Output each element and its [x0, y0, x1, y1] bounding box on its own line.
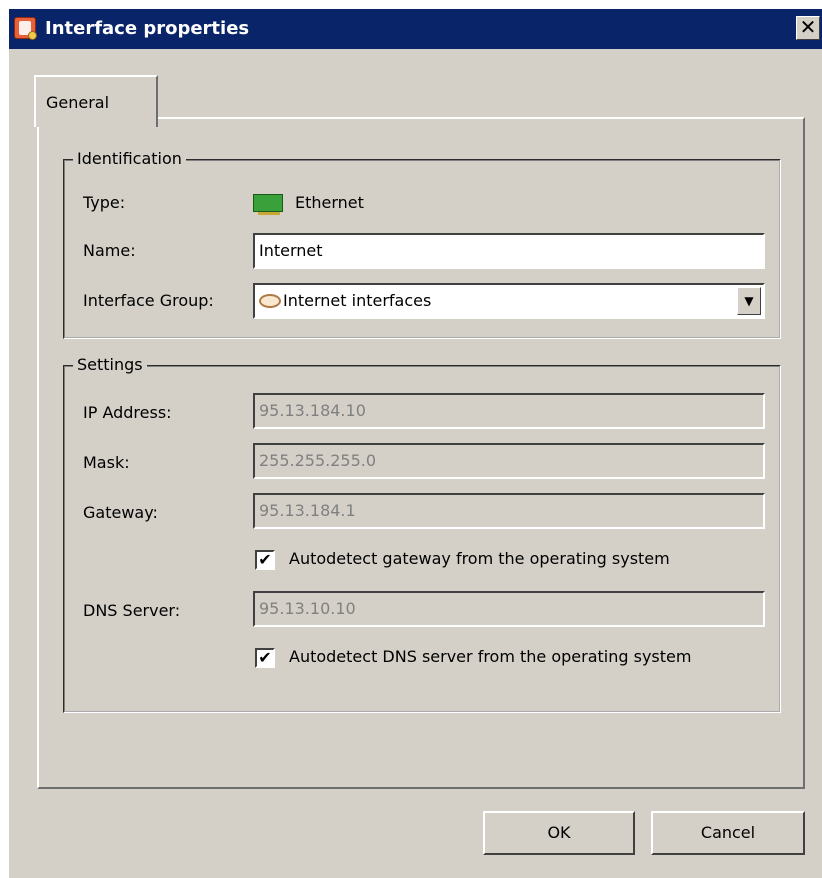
- name-field-value: Internet: [259, 241, 323, 260]
- checkmark-icon: ✔: [258, 550, 272, 569]
- gateway-value: 95.13.184.1: [259, 501, 356, 520]
- autodetect-gateway-label[interactable]: Autodetect gateway from the operating sy…: [289, 549, 670, 568]
- app-icon: [14, 17, 37, 40]
- autodetect-dns-label[interactable]: Autodetect DNS server from the operating…: [289, 647, 691, 666]
- dialog-window: Interface properties ✕ General Identific…: [8, 8, 822, 878]
- ip-address-value: 95.13.184.10: [259, 401, 366, 420]
- ip-address-field[interactable]: 95.13.184.10: [253, 393, 765, 429]
- window-title: Interface properties: [45, 18, 250, 39]
- name-field[interactable]: Internet: [253, 233, 765, 269]
- tab-general[interactable]: General: [34, 75, 158, 127]
- gateway-field[interactable]: 95.13.184.1: [253, 493, 765, 529]
- autodetect-dns-checkbox[interactable]: ✔: [255, 648, 275, 668]
- dns-server-field[interactable]: 95.13.10.10: [253, 591, 765, 627]
- close-icon: ✕: [799, 15, 817, 39]
- checkmark-icon: ✔: [258, 648, 272, 667]
- mask-field[interactable]: 255.255.255.0: [253, 443, 765, 479]
- close-button[interactable]: ✕: [796, 16, 820, 40]
- chevron-down-icon[interactable]: ▼: [737, 287, 761, 315]
- interface-group-icon: [259, 294, 281, 308]
- name-label: Name:: [83, 241, 136, 260]
- cancel-button[interactable]: Cancel: [651, 811, 805, 855]
- tab-general-label: General: [46, 93, 110, 112]
- interface-group-select[interactable]: Internet interfaces ▼: [253, 283, 765, 319]
- interface-group-value: Internet interfaces: [283, 291, 432, 310]
- type-value: Ethernet: [295, 193, 364, 212]
- interface-group-label: Interface Group:: [83, 291, 214, 310]
- title-bar[interactable]: Interface properties ✕: [9, 9, 822, 49]
- dns-server-value: 95.13.10.10: [259, 599, 356, 618]
- dns-server-label: DNS Server:: [83, 601, 181, 620]
- autodetect-gateway-checkbox[interactable]: ✔: [255, 550, 275, 570]
- type-label: Type:: [83, 193, 126, 212]
- network-card-icon: [253, 194, 283, 215]
- identification-legend: Identification: [73, 149, 186, 168]
- settings-legend: Settings: [73, 355, 147, 374]
- identification-group: Identification Type: Ethernet Name: Inte…: [63, 149, 781, 339]
- settings-group: Settings IP Address: 95.13.184.10 Mask: …: [63, 355, 781, 713]
- ok-button[interactable]: OK: [483, 811, 635, 855]
- mask-value: 255.255.255.0: [259, 451, 377, 470]
- tab-panel-general: Identification Type: Ethernet Name: Inte…: [37, 117, 805, 789]
- mask-label: Mask:: [83, 453, 130, 472]
- ip-address-label: IP Address:: [83, 403, 172, 422]
- gateway-label: Gateway:: [83, 503, 158, 522]
